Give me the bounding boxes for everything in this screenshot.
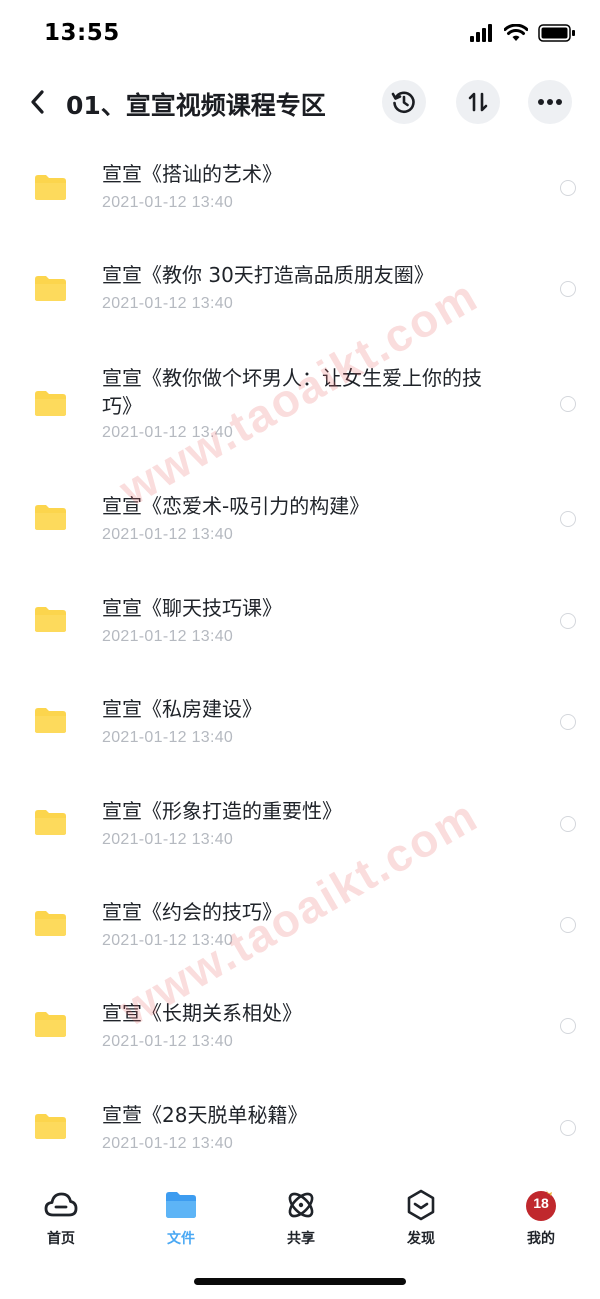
nav-item-home[interactable]: 首页 [21,1180,101,1250]
discover-icon [404,1188,438,1222]
select-checkbox[interactable] [560,816,576,832]
file-name: 宣宣《教你 30天打造高品质朋友圈》 [102,263,434,287]
cloud-icon [44,1188,78,1222]
file-row[interactable]: 宣宣《聊天技巧课》 2021-01-12 13:40 [0,582,600,670]
history-icon [391,91,415,114]
nav-item-me[interactable]: 我的 [501,1180,581,1250]
avatar-badge-text: 18 [533,1195,549,1211]
file-name: 宣萱《28天脱单秘籍》 [102,1103,308,1127]
file-name: 宣宣《长期关系相处》 [102,1001,302,1025]
orbit-icon [284,1188,318,1222]
sort-button[interactable] [456,80,500,124]
home-indicator [194,1278,406,1285]
select-checkbox[interactable] [560,180,576,196]
select-checkbox[interactable] [560,917,576,933]
file-date: 2021-01-12 13:40 [102,932,234,949]
folder-icon [35,391,66,416]
file-date: 2021-01-12 13:40 [102,628,234,645]
select-checkbox[interactable] [560,511,576,527]
folder-icon [35,276,66,301]
sort-icon [468,92,488,112]
file-name: 宣宣《搭讪的艺术》 [102,162,282,186]
select-checkbox[interactable] [560,281,576,297]
file-row[interactable]: 宣宣《教你做个坏男人：让女生爱上你的技巧》 2021-01-12 13:40 [0,352,600,456]
nav-label: 我的 [527,1231,555,1247]
folder-icon [35,505,66,530]
file-name: 宣宣《约会的技巧》 [102,900,282,924]
nav-label: 文件 [167,1231,195,1247]
more-button[interactable] [528,80,572,124]
file-name: 宣宣《恋爱术-吸引力的构建》 [102,494,370,518]
select-checkbox[interactable] [560,396,576,412]
file-row[interactable]: 宣宣《长期关系相处》 2021-01-12 13:40 [0,987,600,1075]
folder-icon [35,1114,66,1139]
file-date: 2021-01-12 13:40 [102,295,234,312]
file-name: 宣宣《私房建设》 [102,697,262,721]
file-row[interactable]: 宣宣《私房建设》 2021-01-12 13:40 [0,683,600,771]
file-row[interactable]: 宣宣《搭讪的艺术》 2021-01-12 13:40 [0,150,600,238]
file-date: 2021-01-12 13:40 [102,729,234,746]
select-checkbox[interactable] [560,714,576,730]
folder-icon [35,708,66,733]
file-date: 2021-01-12 13:40 [102,194,234,211]
status-bar: 13:55 [0,0,600,70]
file-date: 2021-01-12 13:40 [102,424,234,441]
file-name: 宣宣《聊天技巧课》 [102,596,282,620]
status-icons [470,24,576,42]
select-checkbox[interactable] [560,613,576,629]
file-name: 宣宣《教你做个坏男人：让女生爱上你的技巧》 [102,366,482,418]
file-row[interactable]: 宣宣《形象打造的重要性》 2021-01-12 13:40 [0,785,600,873]
bottom-nav: 首页 文件 共享 发现 我的 18 [0,1180,600,1260]
folder-icon [35,810,66,835]
nav-label: 发现 [407,1231,435,1247]
nav-label: 首页 [47,1231,75,1247]
file-date: 2021-01-12 13:40 [102,526,234,543]
select-checkbox[interactable] [560,1120,576,1136]
file-date: 2021-01-12 13:40 [102,1135,234,1152]
page-title: 01、宣宣视频课程专区 [66,91,326,120]
battery-icon [538,24,575,42]
cellular-signal-icon [470,24,492,42]
file-row[interactable]: 宣宣《恋爱术-吸引力的构建》 2021-01-12 13:40 [0,480,600,568]
file-row[interactable]: 宣宣《约会的技巧》 2021-01-12 13:40 [0,886,600,974]
select-checkbox[interactable] [560,1018,576,1034]
nav-item-share[interactable]: 共享 [261,1180,341,1250]
file-date: 2021-01-12 13:40 [102,831,234,848]
header: 01、宣宣视频课程专区 [0,72,600,132]
file-date: 2021-01-12 13:40 [102,1033,234,1050]
folder-icon [35,175,66,200]
history-button[interactable] [382,80,426,124]
folder-icon [35,1012,66,1037]
chevron-left-icon [31,90,44,114]
nav-label: 共享 [287,1231,315,1247]
folder-icon [35,911,66,936]
back-button[interactable] [22,84,52,120]
file-row[interactable]: 宣萱《28天脱单秘籍》 2021-01-12 13:40 [0,1089,600,1177]
file-row[interactable]: 宣宣《教你 30天打造高品质朋友圈》 2021-01-12 13:40 [0,251,600,339]
wifi-icon [504,24,528,41]
folder-icon [164,1188,198,1222]
nav-item-discover[interactable]: 发现 [381,1180,461,1250]
nav-item-files[interactable]: 文件 [141,1180,221,1250]
more-dots-icon [538,99,562,105]
file-name: 宣宣《形象打造的重要性》 [102,799,342,823]
status-time: 13:55 [44,20,120,46]
folder-icon [35,607,66,632]
